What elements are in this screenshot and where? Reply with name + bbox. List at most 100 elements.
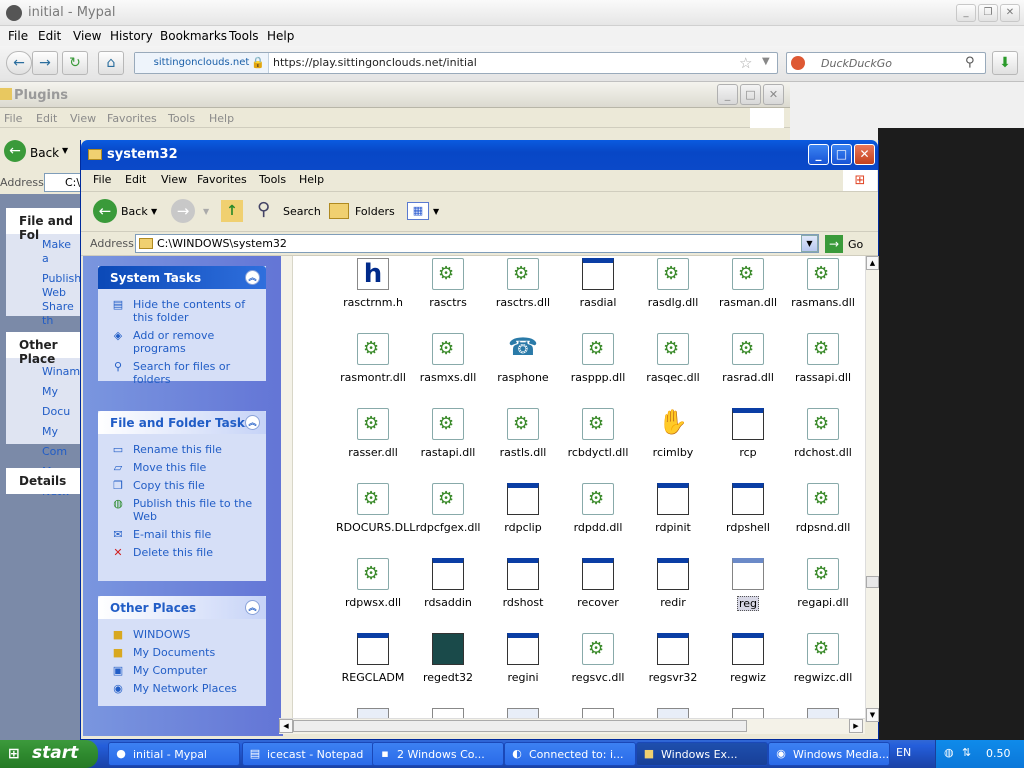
task-hide-contents[interactable]: ▤ Hide the contents of this folder xyxy=(98,295,266,326)
forward-dropdown-icon[interactable]: ▼ xyxy=(203,207,209,216)
task-rename-file[interactable]: ▭ Rename this file xyxy=(98,440,266,458)
other-places-header[interactable]: Other Places ︽ xyxy=(98,596,266,619)
back-arrow-icon[interactable]: ← xyxy=(6,51,32,75)
file-item[interactable]: h rasctrnm.h xyxy=(335,258,411,309)
explorer-menu-tools[interactable]: Tools xyxy=(259,173,286,186)
clock[interactable]: 0.50 xyxy=(986,747,1011,760)
explorer-menu-view[interactable]: View xyxy=(161,173,187,186)
explorer-menu-edit[interactable]: Edit xyxy=(125,173,146,186)
plugins-titlebar[interactable]: Plugins _ □ ✕ xyxy=(0,82,790,108)
collapse-chevron-icon[interactable]: ︽ xyxy=(245,415,260,430)
plugins-back-dropdown-icon[interactable]: ▼ xyxy=(62,146,68,155)
file-item[interactable]: rasser.dll xyxy=(335,408,411,459)
file-item[interactable]: rasqec.dll xyxy=(635,333,711,384)
pane-splitter[interactable] xyxy=(281,256,293,722)
plugins-menu-favorites[interactable]: Favorites xyxy=(107,112,157,125)
home-icon[interactable]: ⌂ xyxy=(98,51,124,75)
plugins-back-label[interactable]: Back xyxy=(30,146,59,160)
file-item[interactable]: regsvr32 xyxy=(635,633,711,684)
taskbar-item-media-player[interactable]: ◉ Windows Media... xyxy=(768,742,890,766)
restore-button[interactable]: ❐ xyxy=(978,4,998,22)
taskbar-item-command-prompt[interactable]: ▪ 2 Windows Co... xyxy=(372,742,504,766)
hscroll-thumb[interactable] xyxy=(293,720,747,732)
search-button[interactable]: Search xyxy=(283,205,321,218)
taskbar-item-notepad[interactable]: ▤ icecast - Notepad xyxy=(242,742,374,766)
vertical-scrollbar[interactable]: ▲ ▼ xyxy=(865,256,879,722)
file-item[interactable]: ✋ rcimlby xyxy=(635,408,711,459)
place-my-documents[interactable]: ■ My Documents xyxy=(98,643,266,661)
place-my-network[interactable]: ◉ My Network Places xyxy=(98,679,266,697)
file-item[interactable]: rasmans.dll xyxy=(785,258,861,309)
plugins-menu-file[interactable]: File xyxy=(4,112,22,125)
views-icon[interactable]: ▦ xyxy=(407,202,429,220)
scroll-right-icon[interactable]: ▶ xyxy=(849,719,863,733)
file-item[interactable]: rcp xyxy=(710,408,786,459)
place-windows[interactable]: ■ WINDOWS xyxy=(98,625,266,643)
file-item[interactable]: rasrad.dll xyxy=(710,333,786,384)
task-add-remove-programs[interactable]: ◈ Add or remove programs xyxy=(98,326,266,357)
taskbar-item-connected[interactable]: ◐ Connected to: i... xyxy=(504,742,636,766)
menu-view[interactable]: View xyxy=(73,29,101,43)
system-tasks-header[interactable]: System Tasks ︽ xyxy=(98,266,266,289)
task-move-file[interactable]: ▱ Move this file xyxy=(98,458,266,476)
file-item[interactable]: rdpsnd.dll xyxy=(785,483,861,534)
file-item[interactable]: ☎ rasphone xyxy=(485,333,561,384)
taskbar-item-explorer[interactable]: ■ Windows Ex... xyxy=(636,742,768,766)
close-button[interactable]: ✕ xyxy=(1000,4,1020,22)
plugins-task-web[interactable]: Web xyxy=(42,286,80,300)
plugins-place-computer[interactable]: My Com xyxy=(42,422,80,462)
forward-arrow-icon[interactable]: → xyxy=(171,199,195,223)
file-item[interactable]: redir xyxy=(635,558,711,609)
tray-sync-icon[interactable]: ⇅ xyxy=(962,746,971,759)
menu-edit[interactable]: Edit xyxy=(38,29,61,43)
file-item[interactable]: regsvc.dll xyxy=(560,633,636,684)
go-arrow-icon[interactable]: → xyxy=(825,235,843,253)
download-icon[interactable]: ⬇ xyxy=(992,51,1018,75)
plugins-menu-help[interactable]: Help xyxy=(209,112,234,125)
scroll-up-icon[interactable]: ▲ xyxy=(866,256,879,270)
folders-button[interactable]: Folders xyxy=(355,205,395,218)
go-button[interactable]: Go xyxy=(848,238,863,251)
plugins-address-input[interactable]: C:\ xyxy=(44,173,84,192)
explorer-maximize-button[interactable]: □ xyxy=(831,144,852,165)
file-item[interactable]: rasctrs xyxy=(410,258,486,309)
place-my-computer[interactable]: ▣ My Computer xyxy=(98,661,266,679)
forward-arrow-icon[interactable]: → xyxy=(32,51,58,75)
menu-tools[interactable]: Tools xyxy=(229,29,259,43)
file-item[interactable]: recover xyxy=(560,558,636,609)
plugins-task-share[interactable]: Share th xyxy=(42,300,80,328)
horizontal-scrollbar[interactable]: ◀ ▶ xyxy=(279,718,865,734)
plugins-place-documents[interactable]: My Docu xyxy=(42,382,80,422)
views-dropdown-icon[interactable]: ▼ xyxy=(433,207,439,216)
file-item[interactable]: rasppp.dll xyxy=(560,333,636,384)
file-item[interactable]: rdshost xyxy=(485,558,561,609)
menu-file[interactable]: File xyxy=(8,29,28,43)
collapse-chevron-icon[interactable]: ︽ xyxy=(245,600,260,615)
plugins-back-icon[interactable]: ← xyxy=(4,140,26,162)
task-email-file[interactable]: ✉ E-mail this file xyxy=(98,525,266,543)
back-dropdown-icon[interactable]: ▼ xyxy=(151,207,157,216)
plugins-minimize-button[interactable]: _ xyxy=(717,84,738,105)
plugins-menu-edit[interactable]: Edit xyxy=(36,112,57,125)
folders-icon[interactable] xyxy=(329,203,349,219)
task-copy-file[interactable]: ❐ Copy this file xyxy=(98,476,266,494)
file-item[interactable]: rdchost.dll xyxy=(785,408,861,459)
file-item[interactable]: reg xyxy=(710,558,786,611)
minimize-button[interactable]: _ xyxy=(956,4,976,22)
scroll-thumb[interactable] xyxy=(866,576,879,588)
explorer-menu-file[interactable]: File xyxy=(93,173,111,186)
menu-help[interactable]: Help xyxy=(267,29,294,43)
site-identity[interactable]: sittingonclouds.net xyxy=(135,53,269,73)
scroll-left-icon[interactable]: ◀ xyxy=(279,719,293,733)
explorer-titlebar[interactable]: system32 _ □ ✕ xyxy=(81,140,878,170)
file-item[interactable]: rasdial xyxy=(560,258,636,309)
language-indicator[interactable]: EN xyxy=(896,746,911,759)
collapse-chevron-icon[interactable]: ︽ xyxy=(245,270,260,285)
file-folder-tasks-header[interactable]: File and Folder Tasks ︽ xyxy=(98,411,266,434)
plugins-close-button[interactable]: ✕ xyxy=(763,84,784,105)
plugins-task-make[interactable]: Make a xyxy=(42,238,80,266)
file-item[interactable]: regwiz xyxy=(710,633,786,684)
plugins-menu-view[interactable]: View xyxy=(70,112,96,125)
search-icon[interactable]: ⚲ xyxy=(965,55,975,70)
plugins-task-publish[interactable]: Publish xyxy=(42,272,81,286)
